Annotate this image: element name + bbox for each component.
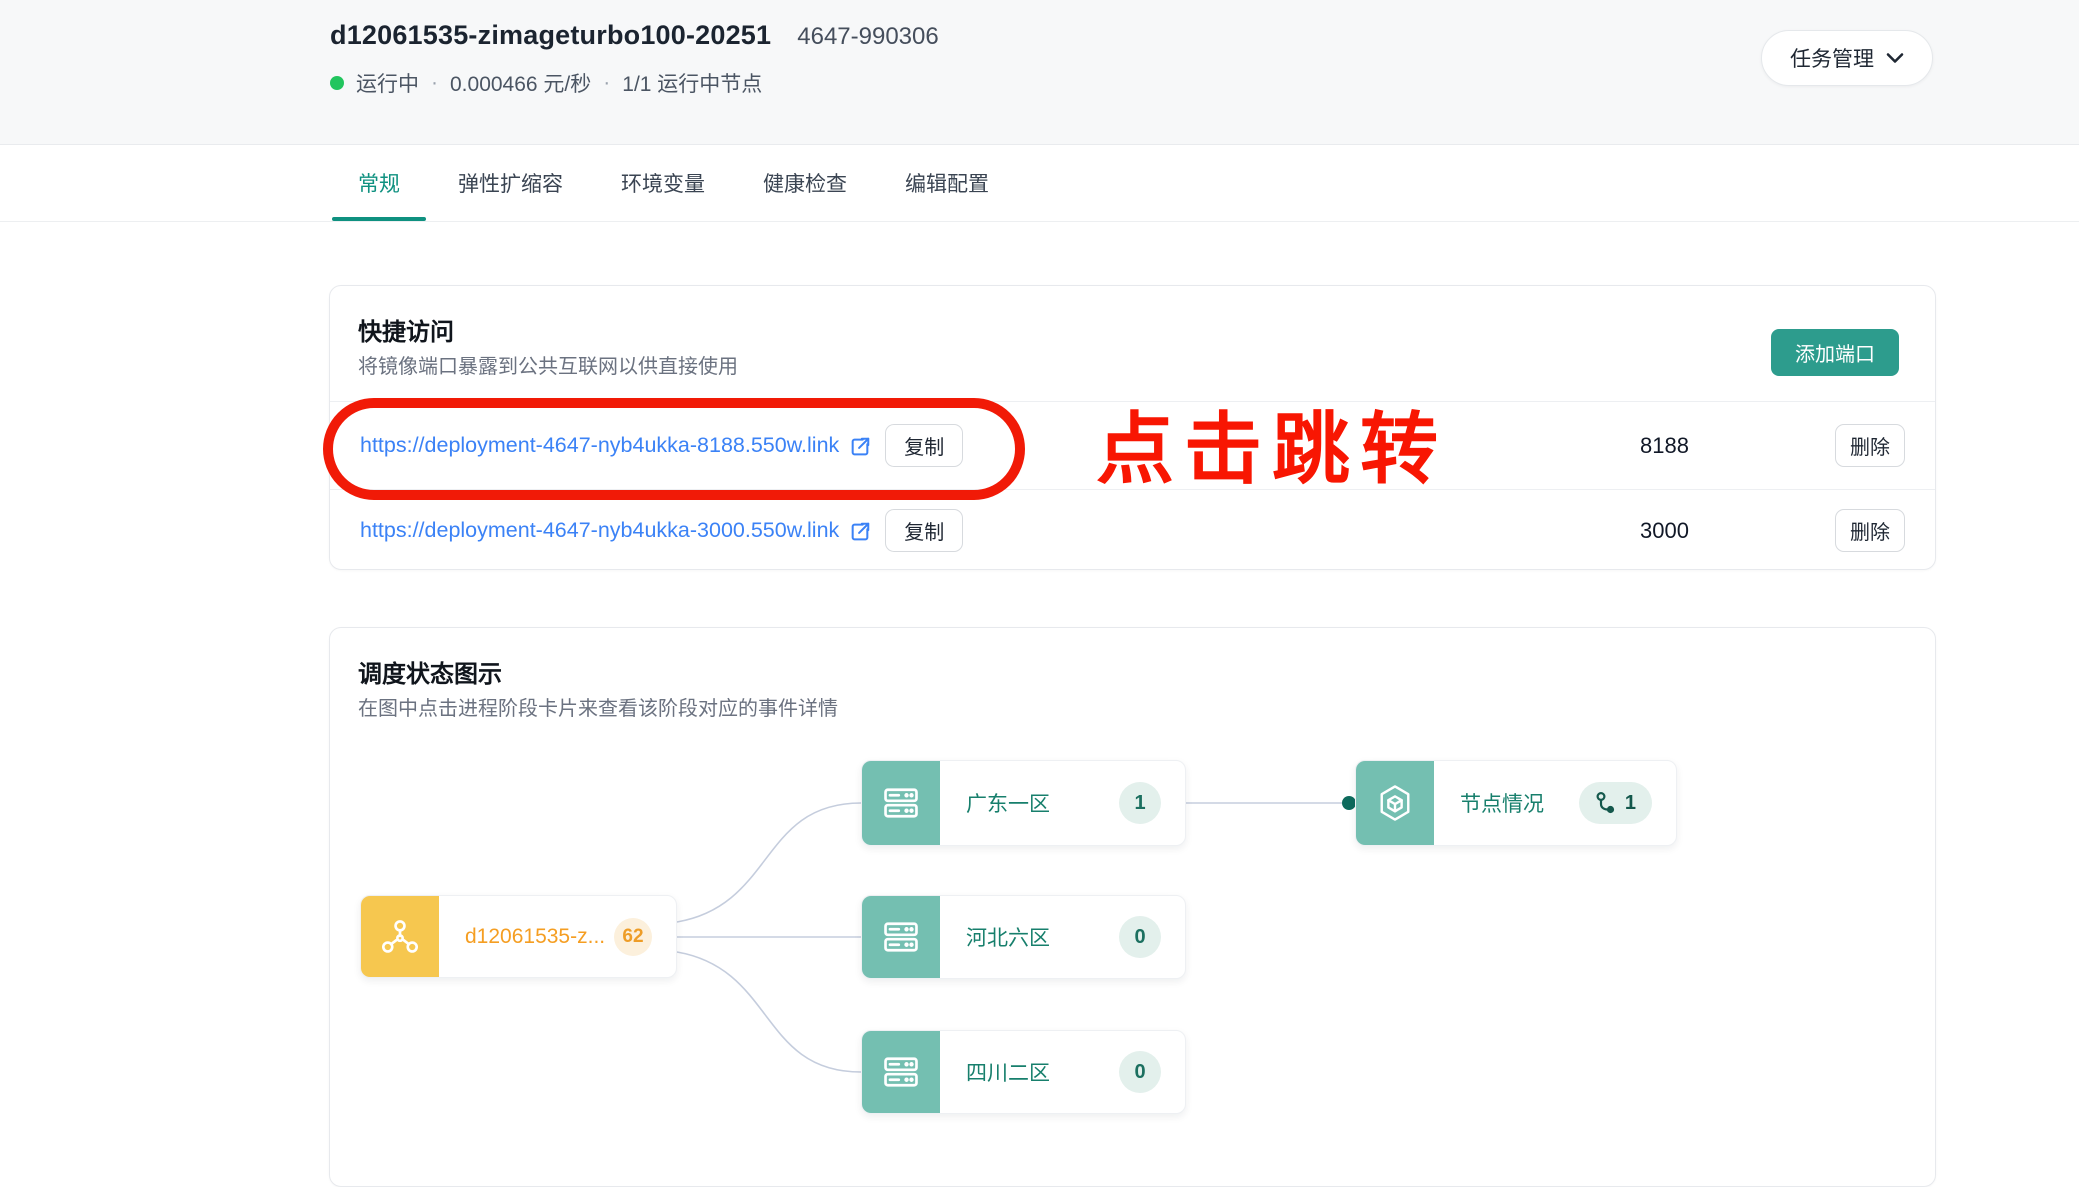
node-body: 广东一区 1 [940, 761, 1185, 845]
tab-label: 弹性扩缩容 [458, 168, 563, 198]
node-label: 河北六区 [966, 922, 1050, 952]
node-status-count: 1 [1625, 792, 1636, 815]
chevron-down-icon [1886, 52, 1904, 64]
tab-bar: 常规 弹性扩缩容 环境变量 健康检查 编辑配置 [0, 145, 2079, 222]
node-count-badge: 0 [1119, 1051, 1161, 1093]
external-link-icon[interactable] [849, 521, 871, 543]
tab-active-underline [332, 217, 426, 221]
deployment-url-link[interactable]: https://deployment-4647-nyb4ukka-3000.55… [360, 518, 839, 543]
quick-access-subtitle: 将镜像端口暴露到公共互联网以供直接使用 [358, 350, 738, 379]
branch-icon [1595, 791, 1617, 815]
port-number: 3000 [1640, 518, 1689, 544]
url-group: https://deployment-4647-nyb4ukka-3000.55… [360, 518, 871, 543]
tab-label: 健康检查 [763, 168, 847, 198]
server-icon [862, 1031, 940, 1113]
port-rows: https://deployment-4647-nyb4ukka-8188.55… [330, 401, 1935, 571]
task-management-label: 任务管理 [1790, 43, 1874, 73]
node-label: 节点情况 [1460, 788, 1544, 818]
quick-access-card: 快捷访问 将镜像端口暴露到公共互联网以供直接使用 添加端口 https://de… [329, 285, 1936, 570]
package-hexagon-icon [1356, 761, 1434, 845]
server-icon [862, 761, 940, 845]
tab-label: 环境变量 [621, 168, 705, 198]
delete-port-button[interactable]: 删除 [1835, 424, 1905, 467]
diagram-subtitle: 在图中点击进程阶段卡片来查看该阶段对应的事件详情 [358, 692, 838, 721]
copy-url-button[interactable]: 复制 [885, 424, 963, 467]
add-port-button[interactable]: 添加端口 [1771, 329, 1899, 376]
tab-general[interactable]: 常规 [332, 145, 426, 221]
node-label: d12061535-z... [465, 925, 605, 949]
status-label: 运行中 [356, 68, 419, 98]
status-row: 运行中 · 0.000466 元/秒 · 1/1 运行中节点 [330, 68, 762, 98]
node-count-badge: 62 [614, 918, 652, 956]
quick-access-title: 快捷访问 [358, 312, 454, 347]
url-group: https://deployment-4647-nyb4ukka-8188.55… [360, 433, 871, 458]
node-body: 四川二区 0 [940, 1031, 1185, 1113]
port-row: https://deployment-4647-nyb4ukka-3000.55… [330, 489, 1935, 571]
node-status-badge: 1 [1579, 782, 1652, 824]
node-body: 节点情况 1 [1434, 761, 1676, 845]
task-management-button[interactable]: 任务管理 [1761, 30, 1933, 86]
port-number: 8188 [1640, 433, 1689, 459]
tab-health-check[interactable]: 健康检查 [737, 145, 873, 221]
node-label: 四川二区 [966, 1057, 1050, 1087]
external-link-icon[interactable] [849, 436, 871, 458]
flow-node-source[interactable]: d12061535-z... 62 [360, 895, 677, 978]
status-price: 0.000466 元/秒 [450, 68, 591, 98]
status-dot-icon [330, 76, 344, 90]
status-nodes: 1/1 运行中节点 [622, 68, 762, 98]
node-label: 广东一区 [966, 788, 1050, 818]
deployment-url-link[interactable]: https://deployment-4647-nyb4ukka-8188.55… [360, 433, 839, 458]
flow-node-zone-sichuan[interactable]: 四川二区 0 [861, 1030, 1186, 1114]
delete-port-button[interactable]: 删除 [1835, 509, 1905, 552]
page-header: d12061535-zimageturbo100-20251 4647-9903… [0, 0, 2079, 145]
flow-node-zone-guangdong[interactable]: 广东一区 1 [861, 760, 1186, 846]
cluster-icon [361, 896, 439, 977]
status-separator: · [431, 71, 438, 95]
tab-label: 编辑配置 [905, 168, 989, 198]
tab-env-vars[interactable]: 环境变量 [595, 145, 731, 221]
tab-edit-config[interactable]: 编辑配置 [879, 145, 1015, 221]
server-icon [862, 896, 940, 978]
copy-url-button[interactable]: 复制 [885, 509, 963, 552]
title-row: d12061535-zimageturbo100-20251 4647-9903… [330, 20, 939, 51]
flow-node-zone-hebei[interactable]: 河北六区 0 [861, 895, 1186, 979]
diagram-title: 调度状态图示 [358, 654, 502, 689]
port-row: https://deployment-4647-nyb4ukka-8188.55… [330, 401, 1935, 489]
flow-node-status[interactable]: 节点情况 1 [1355, 760, 1677, 846]
node-body: d12061535-z... 62 [439, 896, 676, 977]
deployment-id: 4647-990306 [797, 23, 938, 51]
tab-autoscaling[interactable]: 弹性扩缩容 [432, 145, 589, 221]
status-separator: · [603, 71, 610, 95]
tab-label: 常规 [358, 168, 400, 198]
node-count-badge: 1 [1119, 782, 1161, 824]
page-title: d12061535-zimageturbo100-20251 [330, 20, 771, 51]
node-count-badge: 0 [1119, 916, 1161, 958]
node-body: 河北六区 0 [940, 896, 1185, 978]
